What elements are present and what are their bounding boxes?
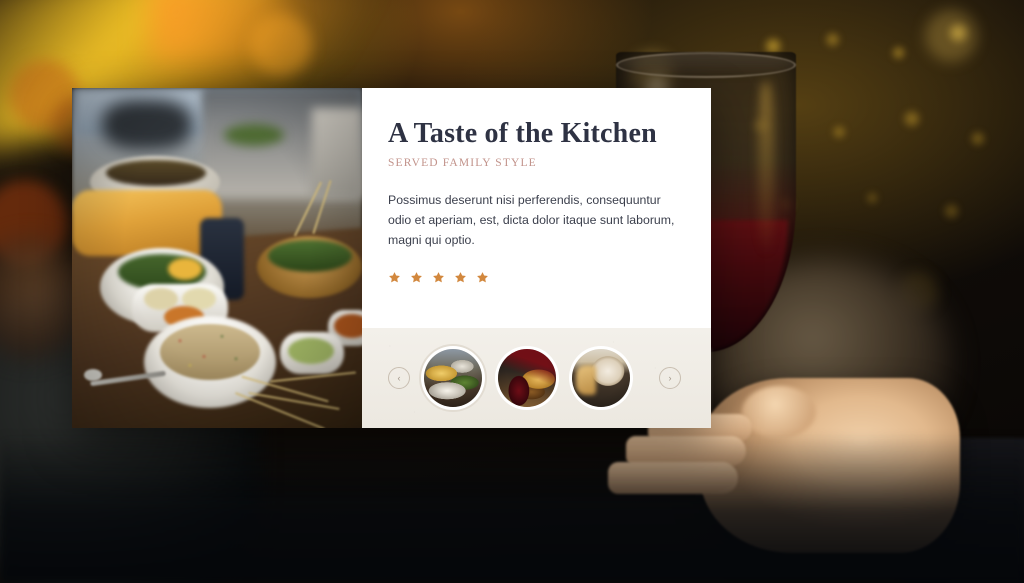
star-icon — [454, 271, 467, 284]
bokeh-light — [925, 10, 977, 62]
hero-photo — [72, 88, 362, 428]
hero-photo-vignette — [72, 88, 362, 428]
thumbnail-list — [424, 349, 630, 407]
thumbnail-item[interactable] — [572, 349, 630, 407]
star-icon — [388, 271, 401, 284]
wine-glass-highlight — [758, 82, 774, 252]
content-panel-top: A Taste of the Kitchen SERVED FAMILY STY… — [362, 88, 711, 328]
description-text: Possimus deserunt nisi perferendis, cons… — [388, 193, 675, 247]
thumbnail-shade — [424, 349, 482, 407]
thumbnail-shade — [572, 349, 630, 407]
page-title: A Taste of the Kitchen — [388, 118, 657, 149]
page-subtitle: SERVED FAMILY STYLE — [388, 157, 537, 170]
thumbnail-item[interactable] — [424, 349, 482, 407]
star-icon — [410, 271, 423, 284]
hand-knuckle — [742, 386, 816, 438]
thumbnail-shade — [498, 349, 556, 407]
content-panel: A Taste of the Kitchen SERVED FAMILY STY… — [362, 88, 711, 428]
star-icon — [432, 271, 445, 284]
carousel-next-button[interactable]: › — [659, 367, 681, 389]
wine-glass-rim — [616, 52, 796, 78]
star-rating — [388, 271, 685, 284]
star-icon — [476, 271, 489, 284]
promo-card: A Taste of the Kitchen SERVED FAMILY STY… — [72, 88, 711, 428]
thumbnail-item[interactable] — [498, 349, 556, 407]
bokeh-light — [250, 14, 312, 76]
thumbnail-carousel: ‹ › — [362, 328, 711, 428]
background-bottom-shadow — [0, 433, 1024, 583]
carousel-prev-button[interactable]: ‹ — [388, 367, 410, 389]
